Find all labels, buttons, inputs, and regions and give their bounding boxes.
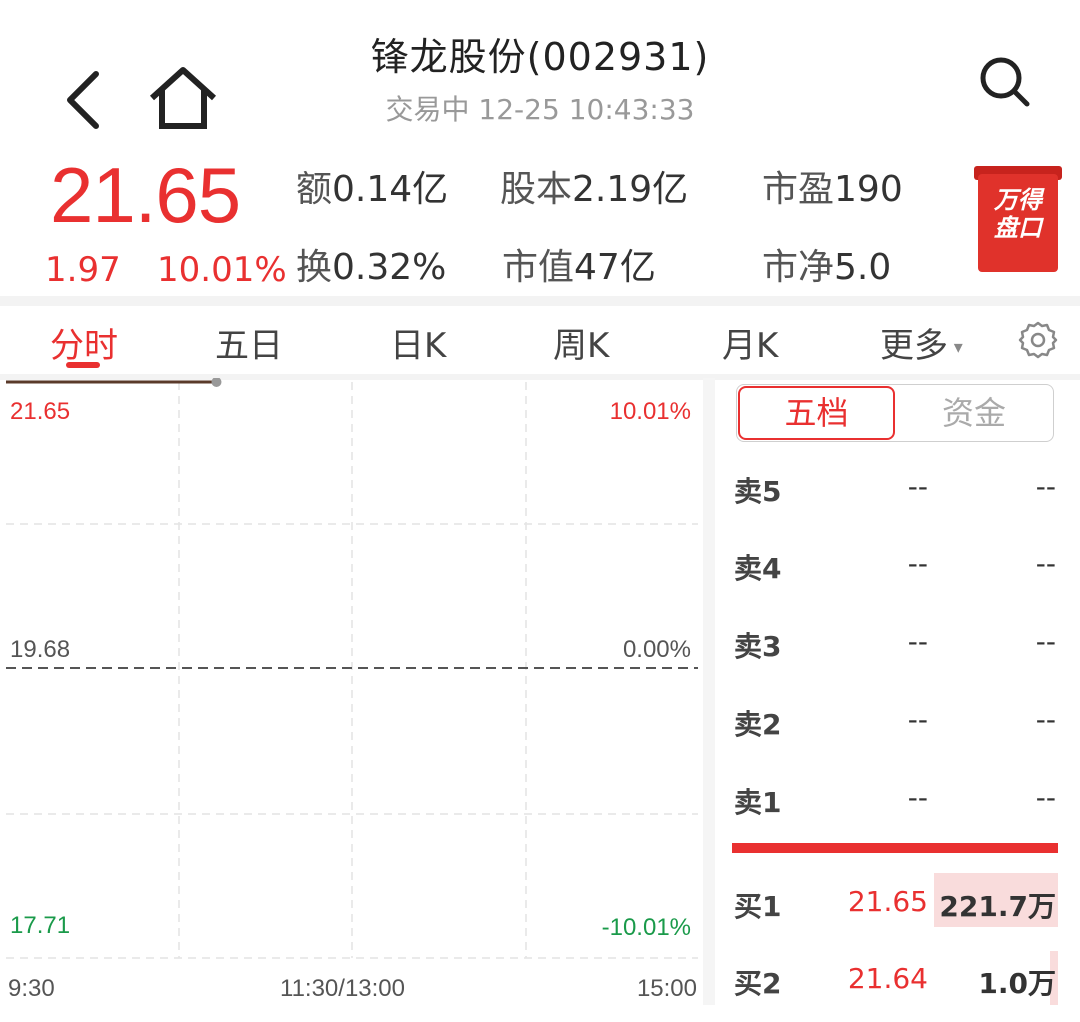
level-volume: --: [1035, 547, 1056, 580]
level-price: --: [907, 625, 928, 658]
tab-more[interactable]: 更多 ▾: [880, 318, 963, 367]
ask-row-2: 卖2 -- --: [720, 703, 1080, 763]
axis-time-mid: 11:30/13:00: [280, 975, 406, 1002]
stat-share-capital: 股本2.19亿: [500, 169, 689, 210]
stat-pe-ratio: 市盈190: [762, 169, 903, 210]
level-price: 21.65: [847, 885, 928, 918]
axis-time-start: 9:30: [8, 975, 55, 1002]
tab-monthly-k[interactable]: 月K: [722, 318, 778, 367]
level-label: 卖2: [734, 708, 782, 741]
level-volume: --: [1035, 470, 1056, 503]
panel-separator: [703, 378, 715, 1005]
axis-pct-top: 10.01%: [609, 398, 691, 425]
price-change: 1.97: [45, 250, 121, 290]
bid-row-2: 买2 21.64 1.0万: [720, 962, 1080, 1022]
level-label: 卖3: [734, 630, 782, 663]
axis-time-end: 15:00: [636, 975, 697, 1002]
axis-price-bottom: 17.71: [10, 912, 71, 939]
search-icon[interactable]: [975, 52, 1035, 112]
axis-pct-mid: 0.00%: [622, 636, 691, 663]
level-label: 买2: [734, 967, 782, 1000]
ask-row-1: 卖1 -- --: [720, 781, 1080, 841]
bid-ask-divider: [732, 843, 1058, 853]
page-title: 锋龙股份(002931): [370, 35, 710, 79]
header: 锋龙股份(002931) 交易中 12-25 10:43:33: [0, 0, 1080, 145]
axis-price-mid: 19.68: [10, 636, 71, 663]
tab-five-day[interactable]: 五日: [215, 318, 283, 367]
level-volume: --: [1035, 625, 1056, 658]
level-price: --: [907, 547, 928, 580]
tab-intraday[interactable]: 分时: [50, 318, 118, 367]
tab-weekly-k[interactable]: 周K: [553, 318, 609, 367]
level-volume: --: [1035, 703, 1056, 736]
tab-daily-k[interactable]: 日K: [390, 318, 446, 367]
level-price: --: [907, 781, 928, 814]
level-price: --: [907, 470, 928, 503]
price-change-percent: 10.01%: [157, 250, 287, 290]
price-series: [6, 377, 222, 387]
wind-orderbook-badge[interactable]: 万得盘口: [974, 166, 1062, 272]
segment-five-levels[interactable]: 五档: [738, 386, 895, 440]
divider: [0, 296, 1080, 306]
bid-row-1: 买1 21.65 221.7万: [720, 885, 1080, 945]
ask-row-3: 卖3 -- --: [720, 625, 1080, 685]
stat-turnover-amount: 额0.14亿: [296, 169, 449, 210]
level-volume: 221.7万: [939, 890, 1056, 923]
trading-status: 交易中 12-25 10:43:33: [385, 93, 695, 126]
level-volume: 1.0万: [978, 967, 1056, 1000]
level-label: 买1: [734, 890, 782, 923]
last-price: 21.65: [50, 151, 241, 239]
chart-tabs: 分时 五日 日K 周K 月K 更多 ▾: [0, 306, 1080, 376]
caret-down-icon: ▾: [948, 337, 963, 358]
stat-pb-ratio: 市净5.0: [762, 247, 892, 288]
badge-label: 万得盘口: [994, 186, 1042, 242]
segment-fund-flow[interactable]: 资金: [896, 386, 1052, 440]
settings-gear-icon[interactable]: [1018, 320, 1058, 360]
latest-price-point: [211, 377, 222, 387]
level-price: --: [907, 703, 928, 736]
level-label: 卖1: [734, 786, 782, 819]
stat-market-cap: 市值47亿: [502, 247, 656, 288]
active-tab-indicator: [66, 362, 100, 368]
axis-price-top: 21.65: [10, 398, 71, 425]
level-label: 卖5: [734, 475, 782, 508]
axis-pct-bottom: -10.01%: [601, 914, 691, 941]
level-label: 卖4: [734, 552, 782, 585]
intraday-chart[interactable]: 21.65 10.01% 19.68 0.00% 17.71 -10.01% 9…: [0, 377, 705, 1005]
stat-turnover-rate: 换0.32%: [296, 247, 447, 288]
level-price: 21.64: [847, 962, 928, 995]
ask-row-5: 卖5 -- --: [720, 470, 1080, 530]
ask-row-4: 卖4 -- --: [720, 547, 1080, 607]
level-volume: --: [1035, 781, 1056, 814]
chart-plot: [6, 377, 698, 959]
chart-grid: [6, 382, 698, 959]
